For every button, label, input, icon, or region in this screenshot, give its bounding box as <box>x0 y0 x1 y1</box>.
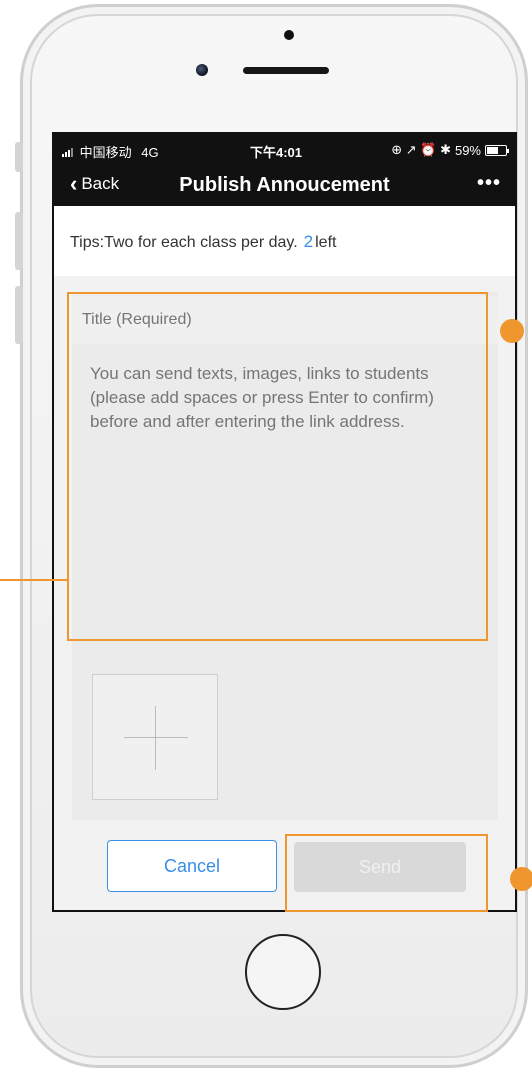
signal-icon <box>62 147 73 157</box>
status-right: ⊕ ↗ ⏰ ✱ 59% <box>391 142 509 158</box>
carrier-name: 中国移动 <box>79 145 132 160</box>
compose-area <box>72 292 498 820</box>
tips-banner: Tips:Two for each class per day. 2 left <box>54 206 515 276</box>
network-type: 4G <box>141 145 159 160</box>
plus-icon <box>124 737 188 738</box>
earpiece-speaker <box>243 67 329 74</box>
status-icons: ⊕ ↗ ⏰ ✱ <box>391 142 451 157</box>
plus-icon-vertical <box>155 706 156 770</box>
volume-down-button <box>15 286 23 344</box>
annotation-leader-line <box>0 579 67 581</box>
status-time: 下午4:01 <box>250 145 303 160</box>
volume-up-button <box>15 212 23 270</box>
page-title: Publish Annoucement <box>179 174 390 196</box>
battery-percent: 59% <box>454 142 481 158</box>
navigation-bar: ‹ Back Publish Annoucement ••• <box>54 164 515 206</box>
silent-switch <box>15 142 23 172</box>
home-button[interactable] <box>245 934 321 1010</box>
add-image-button[interactable] <box>92 674 218 800</box>
tips-suffix: left <box>315 234 337 251</box>
front-camera <box>196 64 208 76</box>
send-button[interactable]: Send <box>294 842 466 892</box>
tips-text: Tips:Two for each class per day. 2 left <box>70 232 336 252</box>
cancel-button[interactable]: Cancel <box>107 840 277 892</box>
tips-prefix: Tips:Two for each class per day. <box>70 234 298 251</box>
title-input[interactable] <box>72 296 498 344</box>
status-bar: 中国移动 4G 下午4:01 ⊕ ↗ ⏰ ✱ 59% <box>54 134 515 164</box>
status-left: 中国移动 4G <box>62 142 159 161</box>
annotation-marker-send <box>510 867 532 891</box>
app-screen: 中国移动 4G 下午4:01 ⊕ ↗ ⏰ ✱ 59% ‹ Back Publis… <box>52 132 517 912</box>
battery-icon <box>485 144 509 156</box>
annotation-marker-compose <box>500 319 524 343</box>
more-options-icon[interactable]: ••• <box>477 172 501 195</box>
content-textarea[interactable] <box>72 344 498 644</box>
tips-remaining-count: 2 <box>303 232 314 251</box>
proximity-sensor <box>284 30 294 40</box>
